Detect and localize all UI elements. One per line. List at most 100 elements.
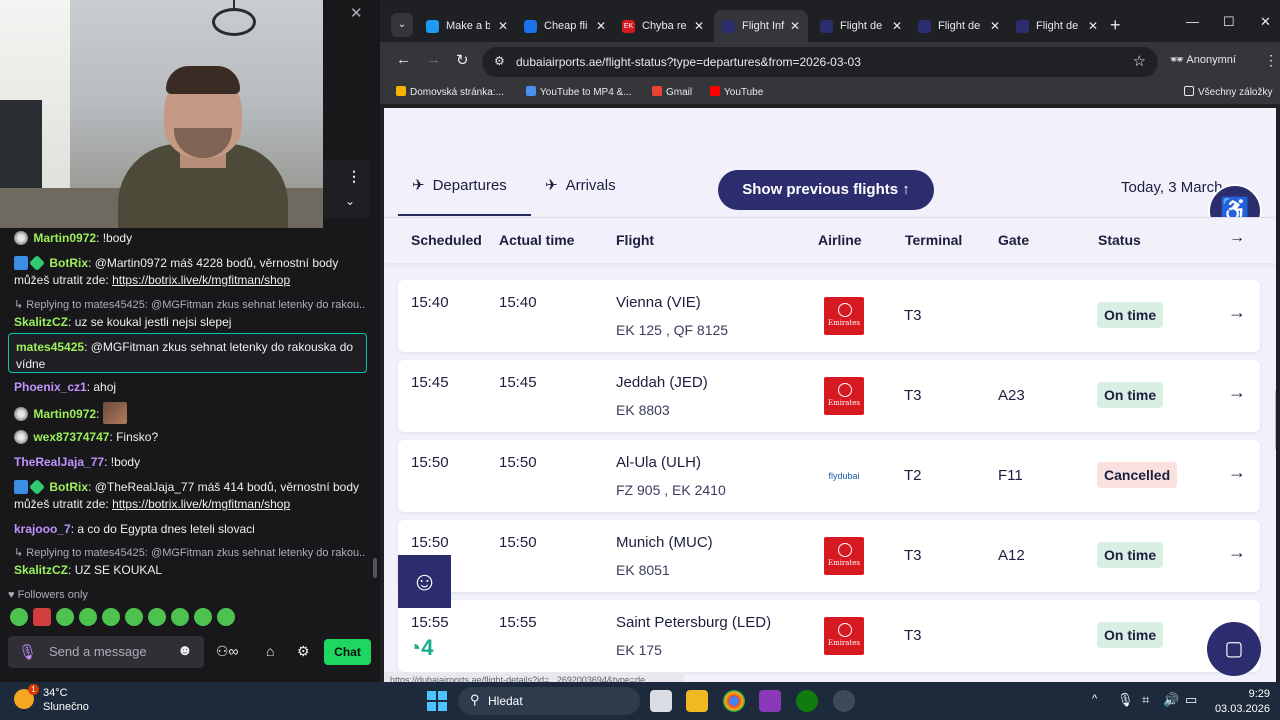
instagram-icon[interactable]: [759, 690, 781, 712]
address-bar[interactable]: ⚙ dubaiairports.ae/flight-status?type=de…: [482, 47, 1158, 77]
bookmark-item[interactable]: Gmail: [652, 86, 692, 98]
chat-link[interactable]: https://botrix.live/k/mgfitman/shop: [112, 497, 290, 511]
emote-icon[interactable]: [171, 608, 189, 626]
flight-tabs-row: ✈ Departures ✈ Arrivals Show previous flig…: [384, 108, 1276, 216]
chat-username[interactable]: BotRix: [49, 480, 88, 494]
xbox-icon[interactable]: [796, 690, 818, 712]
emote-icon[interactable]: [10, 608, 28, 626]
flight-details-arrow-icon[interactable]: →: [1228, 462, 1246, 483]
more-options-icon[interactable]: ⋮: [347, 168, 361, 185]
chat-username[interactable]: TheRealJaja_77: [14, 455, 104, 469]
flight-row[interactable]: 15:45 15:45 Jeddah (JED) EK 8803 Emirate…: [398, 360, 1260, 432]
browser-menu-icon[interactable]: ⋮: [1264, 52, 1278, 69]
flight-row[interactable]: 15:50 15:50 Munich (MUC) EK 8051 Emirate…: [398, 520, 1260, 592]
store-icon[interactable]: ⌂: [266, 643, 274, 659]
emote-icon[interactable]: [194, 608, 212, 626]
flight-row[interactable]: 15:55 15:55 Saint Petersburg (LED) EK 17…: [398, 600, 1260, 672]
emoji-picker-icon[interactable]: ☻: [177, 642, 193, 659]
back-icon[interactable]: ←: [396, 51, 411, 68]
tab-search-icon[interactable]: ⌄: [391, 13, 413, 37]
site-info-icon[interactable]: ⚙: [494, 54, 505, 68]
forward-icon[interactable]: →: [426, 51, 441, 68]
window-close-icon[interactable]: ✕: [1260, 14, 1271, 30]
all-bookmarks[interactable]: Všechny záložky: [1184, 86, 1272, 98]
chat-username[interactable]: mates45425: [16, 340, 84, 354]
emote-icon[interactable]: [56, 608, 74, 626]
browser-tab[interactable]: EK Chyba re ✕: [614, 10, 712, 42]
emote-icon[interactable]: [102, 608, 120, 626]
task-view-icon[interactable]: [650, 690, 672, 712]
volume-icon[interactable]: 🔊: [1163, 692, 1179, 708]
close-tab-icon[interactable]: ✕: [596, 10, 606, 42]
chrome-icon[interactable]: [723, 690, 745, 712]
flight-row[interactable]: 15:50 15:50 Al-Ula (ULH) FZ 905 , EK 241…: [398, 440, 1260, 512]
flight-details-arrow-icon[interactable]: →: [1228, 542, 1246, 563]
chat-username[interactable]: SkalitzCZ: [14, 315, 68, 329]
flight-details-arrow-icon[interactable]: →: [1228, 382, 1246, 403]
chat-username[interactable]: Martin0972: [33, 407, 96, 421]
battery-icon[interactable]: ▭: [1185, 692, 1197, 708]
new-tab-icon[interactable]: +: [1110, 15, 1121, 36]
close-tab-icon[interactable]: ✕: [892, 10, 902, 42]
microphone-tray-icon[interactable]: 🎙: [1117, 692, 1134, 708]
tab-departures[interactable]: ✈ Departures: [412, 176, 507, 194]
chevron-down-icon[interactable]: ⌄: [345, 194, 355, 208]
chat-username[interactable]: SkalitzCZ: [14, 563, 68, 577]
emote-image: [102, 402, 127, 424]
chat-send-button[interactable]: Chat: [324, 639, 371, 665]
emote-icon[interactable]: [33, 608, 51, 626]
gear-icon[interactable]: ⚙: [297, 643, 310, 660]
browser-tab[interactable]: Make a b ✕: [418, 10, 516, 42]
app-icon[interactable]: [833, 690, 855, 712]
file-explorer-icon[interactable]: [686, 690, 708, 712]
tab-arrivals[interactable]: ✈ Arrivals: [545, 176, 616, 194]
chat-bubble-icon[interactable]: ▢: [1207, 622, 1261, 676]
channel-points-icon[interactable]: ⚇∞: [216, 643, 239, 660]
minimize-icon[interactable]: —: [1186, 14, 1199, 29]
browser-tab[interactable]: Flight de ✕: [910, 10, 1008, 42]
chat-username[interactable]: Martin0972: [33, 231, 96, 245]
taskbar-search[interactable]: ⚲ Hledat: [458, 687, 640, 715]
close-tab-icon[interactable]: ✕: [790, 10, 800, 42]
close-tab-icon[interactable]: ✕: [1088, 10, 1098, 42]
help-widget-icon[interactable]: ☺: [398, 555, 451, 608]
system-clock[interactable]: 9:29 03.03.2026: [1212, 687, 1270, 717]
flight-row[interactable]: 15:40 15:40 Vienna (VIE) EK 125 , QF 812…: [398, 280, 1260, 352]
chat-username[interactable]: BotRix: [49, 256, 88, 270]
bookmark-item[interactable]: YouTube: [710, 86, 763, 98]
chat-username[interactable]: Phoenix_cz1: [14, 380, 87, 394]
bookmark-item[interactable]: Domovská stránka:...: [396, 86, 504, 98]
date-selector[interactable]: Today, 3 March: [1121, 179, 1222, 196]
chat-username[interactable]: krajooo_7: [14, 522, 71, 536]
browser-tab[interactable]: Flight de ✕: [1008, 10, 1106, 42]
show-previous-flights-button[interactable]: Show previous flights ↑: [718, 170, 934, 210]
emote-icon[interactable]: [79, 608, 97, 626]
browser-window: ⌄ Make a b ✕ Cheap fli ✕ EK Chyba re ✕ F…: [380, 0, 1280, 682]
close-tab-icon[interactable]: ✕: [694, 10, 704, 42]
chat-input[interactable]: 🎙 Send a message ☻: [8, 636, 204, 668]
tray-overflow-icon[interactable]: ^: [1092, 693, 1097, 705]
windows-start-icon[interactable]: [427, 691, 447, 711]
incognito-profile-button[interactable]: 🕶 Anonymní: [1170, 53, 1236, 66]
emote-icon[interactable]: [125, 608, 143, 626]
network-icon[interactable]: ⌗: [1142, 692, 1149, 708]
maximize-icon[interactable]: ☐: [1223, 14, 1235, 30]
emote-icon[interactable]: [217, 608, 235, 626]
flight-details-arrow-icon[interactable]: →: [1228, 302, 1246, 323]
chat-scrollbar[interactable]: [372, 100, 378, 580]
bookmark-item[interactable]: YouTube to MP4 &...: [526, 86, 632, 98]
close-tab-icon[interactable]: ✕: [990, 10, 1000, 42]
page-scrollbar[interactable]: [1274, 108, 1276, 682]
browser-tab[interactable]: Cheap fli ✕: [516, 10, 614, 42]
bookmark-star-icon[interactable]: ☆: [1133, 52, 1146, 70]
close-tab-icon[interactable]: ✕: [498, 10, 508, 42]
chat-link[interactable]: https://botrix.live/k/mgfitman/shop: [112, 273, 290, 287]
close-icon[interactable]: ✕: [350, 4, 363, 22]
microphone-icon[interactable]: 🎙: [18, 643, 37, 661]
browser-tab[interactable]: Flight de ✕: [812, 10, 910, 42]
emote-icon[interactable]: [148, 608, 166, 626]
chat-username[interactable]: wex87374747: [33, 430, 109, 444]
tab-favicon-icon: [722, 20, 735, 33]
followers-only-notice: ♥ Followers only: [8, 589, 88, 601]
reload-icon[interactable]: ↻: [456, 51, 469, 69]
